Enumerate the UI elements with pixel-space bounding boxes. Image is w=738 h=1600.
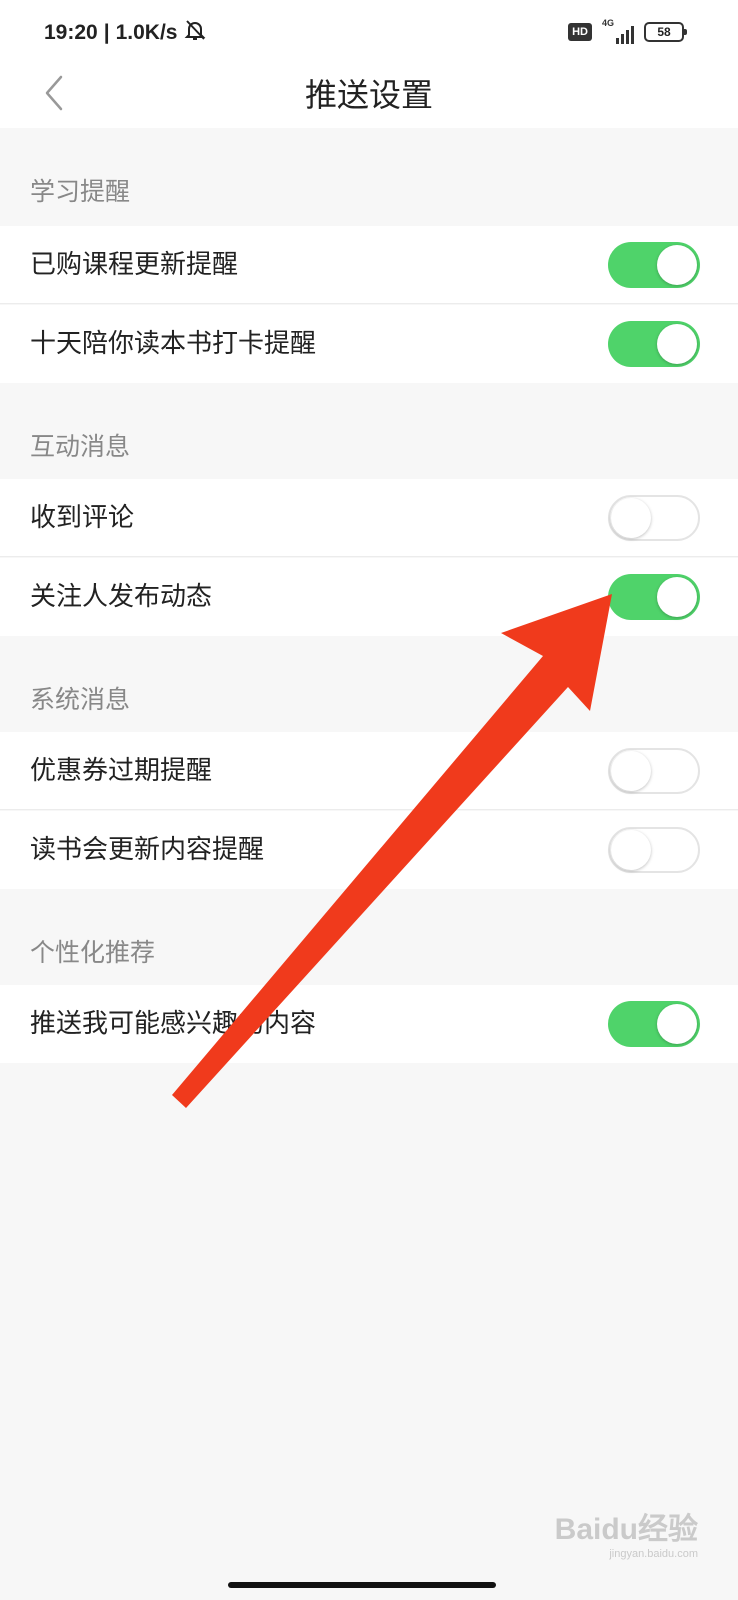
status-left: 19:20 | 1.0K/s — [44, 18, 207, 48]
setting-label: 优惠券过期提醒 — [30, 756, 213, 786]
section-header-interaction: 互动消息 — [0, 383, 738, 481]
setting-row-book-club-updates: 读书会更新内容提醒 — [0, 811, 738, 889]
setting-row-followed-updates: 关注人发布动态 — [0, 558, 738, 636]
status-time: 19:20 — [44, 21, 98, 44]
watermark-main: Baidu经验 — [554, 1513, 698, 1546]
hd-icon: HD — [568, 23, 592, 41]
toggle-knob — [657, 245, 697, 285]
setting-label: 推送我可能感兴趣的内容 — [30, 1009, 317, 1039]
toggle-switch-book-club-updates[interactable] — [608, 827, 700, 873]
setting-row-comments: 收到评论 — [0, 479, 738, 557]
section-title: 学习提醒 — [30, 177, 131, 206]
toggle-knob — [657, 324, 697, 364]
toggle-switch-comments[interactable] — [608, 495, 700, 541]
toggle-switch-coupon-expiry[interactable] — [608, 748, 700, 794]
nav-bar: 推送设置 — [0, 62, 738, 128]
status-bar: 19:20 | 1.0K/s HD 4G 58 — [0, 0, 738, 62]
section-header-system: 系统消息 — [0, 636, 738, 734]
watermark-sub: jingyan.baidu.com — [609, 1548, 698, 1560]
toggle-knob — [657, 1004, 697, 1044]
toggle-switch-followed-updates[interactable] — [608, 574, 700, 620]
setting-label: 收到评论 — [30, 503, 135, 533]
section-title: 个性化推荐 — [30, 938, 156, 967]
watermark: Baidu经验 jingyan.baidu.com — [555, 1504, 698, 1560]
section-title: 互动消息 — [30, 432, 131, 461]
page-title: 推送设置 — [304, 76, 433, 114]
toggle-knob — [611, 751, 651, 791]
setting-row-coupon-expiry: 优惠券过期提醒 — [0, 732, 738, 810]
setting-row-ten-days-reading: 十天陪你读本书打卡提醒 — [0, 305, 738, 383]
toggle-switch-purchased-course[interactable] — [608, 242, 700, 288]
setting-label: 十天陪你读本书打卡提醒 — [30, 329, 317, 359]
home-indicator[interactable] — [228, 1582, 496, 1588]
battery-icon: 58 — [644, 22, 687, 42]
battery-level: 58 — [657, 25, 671, 39]
section-header-learning: 学习提醒 — [0, 128, 738, 226]
bell-muted-icon — [183, 18, 207, 48]
toggle-knob — [657, 577, 697, 617]
setting-label: 关注人发布动态 — [30, 582, 213, 612]
toggle-switch-ten-days-reading[interactable] — [608, 321, 700, 367]
status-separator: | — [103, 21, 110, 44]
setting-row-interesting-content: 推送我可能感兴趣的内容 — [0, 985, 738, 1063]
status-speed: 1.0K/s — [115, 21, 178, 44]
section-header-personalized: 个性化推荐 — [0, 889, 738, 987]
network-type-label: 4G — [602, 18, 615, 28]
setting-row-purchased-course: 已购课程更新提醒 — [0, 226, 738, 304]
setting-label: 已购课程更新提醒 — [30, 250, 239, 280]
toggle-knob — [611, 830, 651, 870]
toggle-switch-interesting-content[interactable] — [608, 1001, 700, 1047]
toggle-knob — [611, 498, 651, 538]
status-right: HD 4G 58 — [568, 18, 687, 44]
section-title: 系统消息 — [30, 685, 131, 714]
signal-icon: 4G — [602, 18, 634, 44]
setting-label: 读书会更新内容提醒 — [30, 835, 265, 865]
